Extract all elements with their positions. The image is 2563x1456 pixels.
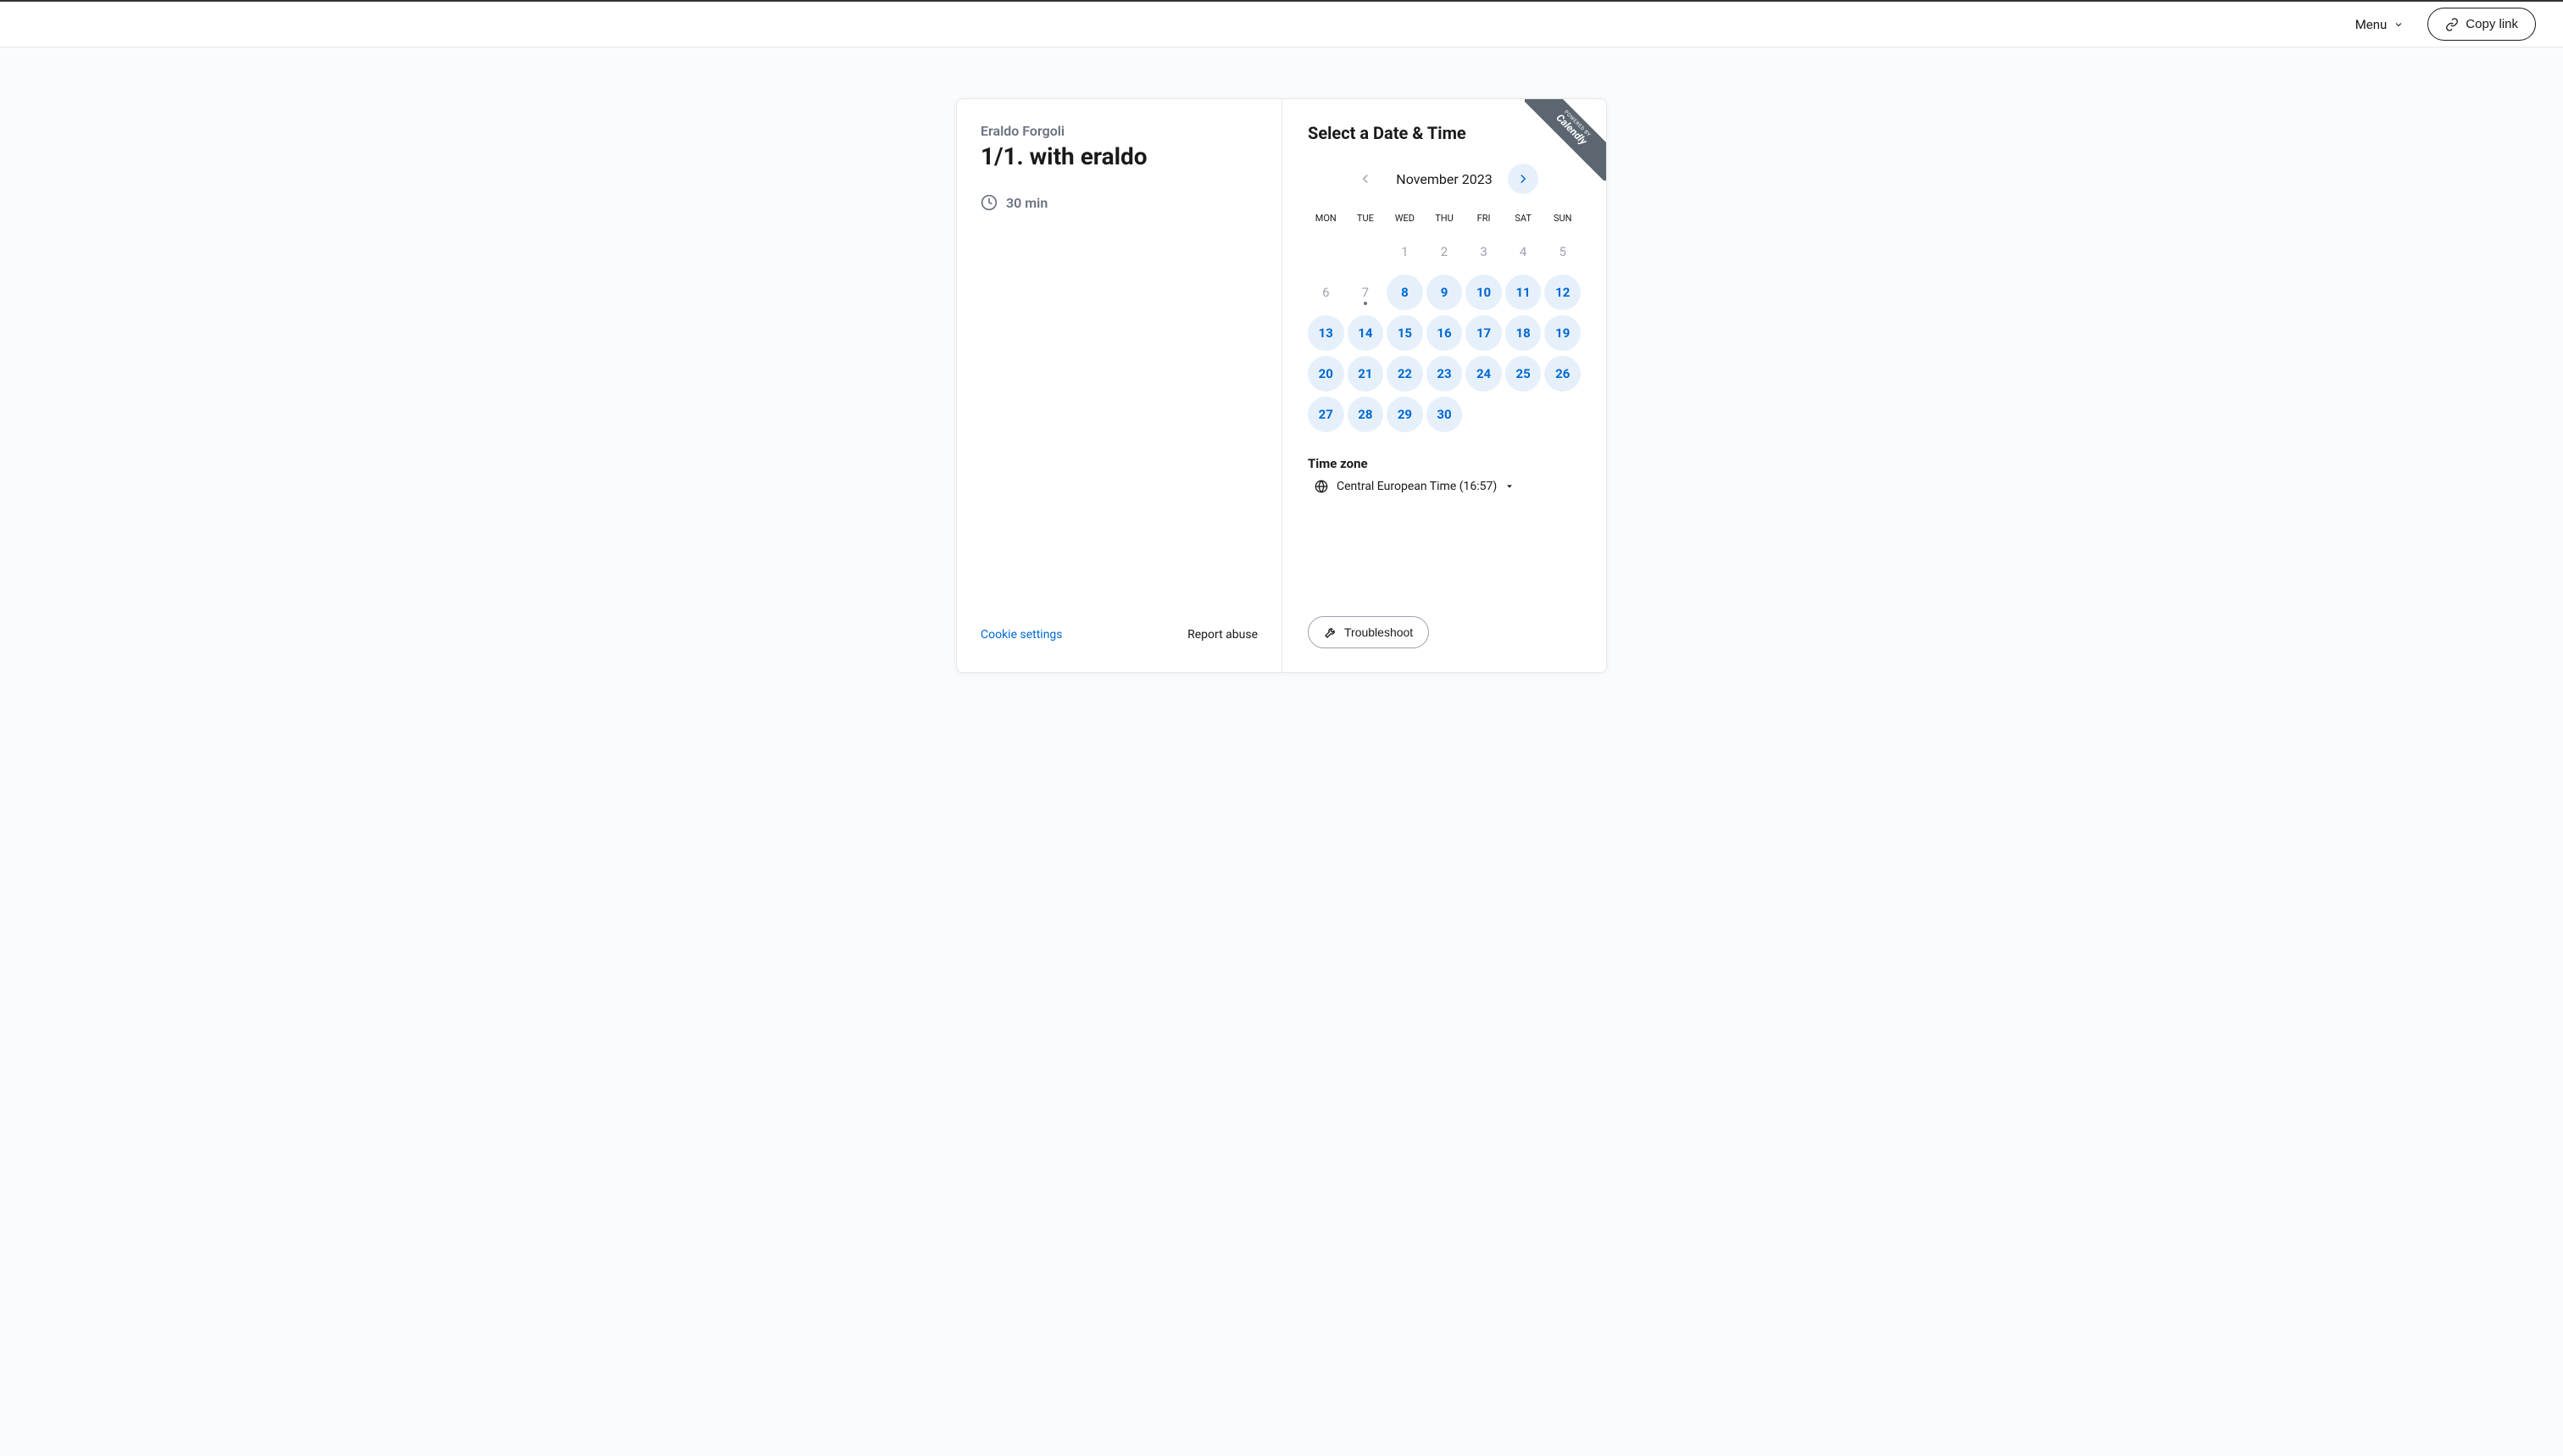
clock-icon [981, 194, 998, 211]
day-available[interactable]: 24 [1465, 356, 1502, 392]
duration-text: 30 min [1006, 195, 1048, 211]
powered-by-banner[interactable]: POWERED BY Calendly [1525, 99, 1606, 181]
cookie-settings-link[interactable]: Cookie settings [981, 628, 1063, 642]
copy-link-button[interactable]: Copy link [2427, 8, 2536, 41]
booking-card: Eraldo Forgoli 1/1. with eraldo 30 min C… [956, 98, 1607, 673]
menu-label: Menu [2355, 17, 2388, 32]
day-available[interactable]: 8 [1387, 275, 1423, 310]
troubleshoot-button[interactable]: Troubleshoot [1308, 616, 1429, 648]
menu-dropdown[interactable]: Menu [2345, 10, 2415, 39]
day-available[interactable]: 17 [1465, 315, 1502, 351]
day-available[interactable]: 16 [1426, 315, 1463, 351]
day-available[interactable]: 26 [1544, 356, 1581, 392]
link-icon [2445, 18, 2459, 31]
day-unavailable: 7 [1348, 275, 1384, 310]
today-indicator [1364, 302, 1367, 305]
duration-row: 30 min [981, 194, 1258, 211]
day-available[interactable]: 29 [1387, 397, 1423, 432]
day-available[interactable]: 21 [1348, 356, 1384, 392]
right-panel: POWERED BY Calendly Select a Date & Time… [1282, 99, 1606, 672]
event-title: 1/1. with eraldo [981, 142, 1258, 170]
day-header: TUE [1348, 208, 1384, 229]
day-available[interactable]: 14 [1348, 315, 1384, 351]
day-available[interactable]: 20 [1308, 356, 1344, 392]
day-available[interactable]: 10 [1465, 275, 1502, 310]
day-unavailable: 2 [1426, 234, 1463, 270]
day-available[interactable]: 19 [1544, 315, 1581, 351]
chevron-left-icon [1358, 171, 1373, 186]
timezone-selector[interactable]: Central European Time (16:57) [1308, 480, 1581, 493]
day-available[interactable]: 22 [1387, 356, 1423, 392]
copy-link-label: Copy link [2466, 17, 2518, 31]
day-available[interactable]: 11 [1505, 275, 1542, 310]
troubleshoot-label: Troubleshoot [1344, 625, 1413, 639]
globe-icon [1315, 480, 1328, 493]
day-available[interactable]: 28 [1348, 397, 1384, 432]
day-header: FRI [1465, 208, 1502, 229]
wrench-icon [1324, 625, 1337, 639]
day-unavailable: 3 [1465, 234, 1502, 270]
day-header: WED [1387, 208, 1423, 229]
day-available[interactable]: 18 [1505, 315, 1542, 351]
report-abuse-link[interactable]: Report abuse [1187, 628, 1258, 642]
timezone-heading: Time zone [1308, 456, 1581, 471]
day-unavailable: 5 [1544, 234, 1581, 270]
day-available[interactable]: 13 [1308, 315, 1344, 351]
month-label: November 2023 [1396, 171, 1492, 187]
day-available[interactable]: 23 [1426, 356, 1463, 392]
timezone-value: Central European Time (16:57) [1337, 480, 1497, 493]
chevron-down-icon [2393, 19, 2404, 30]
day-header: SUN [1544, 208, 1581, 229]
day-available[interactable]: 30 [1426, 397, 1463, 432]
top-bar: Menu Copy link [0, 0, 2563, 47]
day-header: SAT [1505, 208, 1542, 229]
left-panel: Eraldo Forgoli 1/1. with eraldo 30 min C… [957, 99, 1282, 672]
day-available[interactable]: 12 [1544, 275, 1581, 310]
caret-down-icon [1505, 482, 1514, 491]
calendar-grid: MONTUEWEDTHUFRISATSUN1234567891011121314… [1308, 208, 1581, 432]
day-header: MON [1308, 208, 1344, 229]
day-available[interactable]: 25 [1505, 356, 1542, 392]
prev-month-button[interactable] [1350, 164, 1381, 194]
left-footer: Cookie settings Report abuse [981, 628, 1258, 648]
day-header: THU [1426, 208, 1463, 229]
day-available[interactable]: 27 [1308, 397, 1344, 432]
organizer-name: Eraldo Forgoli [981, 123, 1258, 139]
main-container: Eraldo Forgoli 1/1. with eraldo 30 min C… [0, 47, 2563, 724]
day-unavailable: 6 [1308, 275, 1344, 310]
day-unavailable: 1 [1387, 234, 1423, 270]
day-available[interactable]: 15 [1387, 315, 1423, 351]
day-available[interactable]: 9 [1426, 275, 1463, 310]
powered-by-text: POWERED BY [1527, 99, 1606, 174]
day-unavailable: 4 [1505, 234, 1542, 270]
